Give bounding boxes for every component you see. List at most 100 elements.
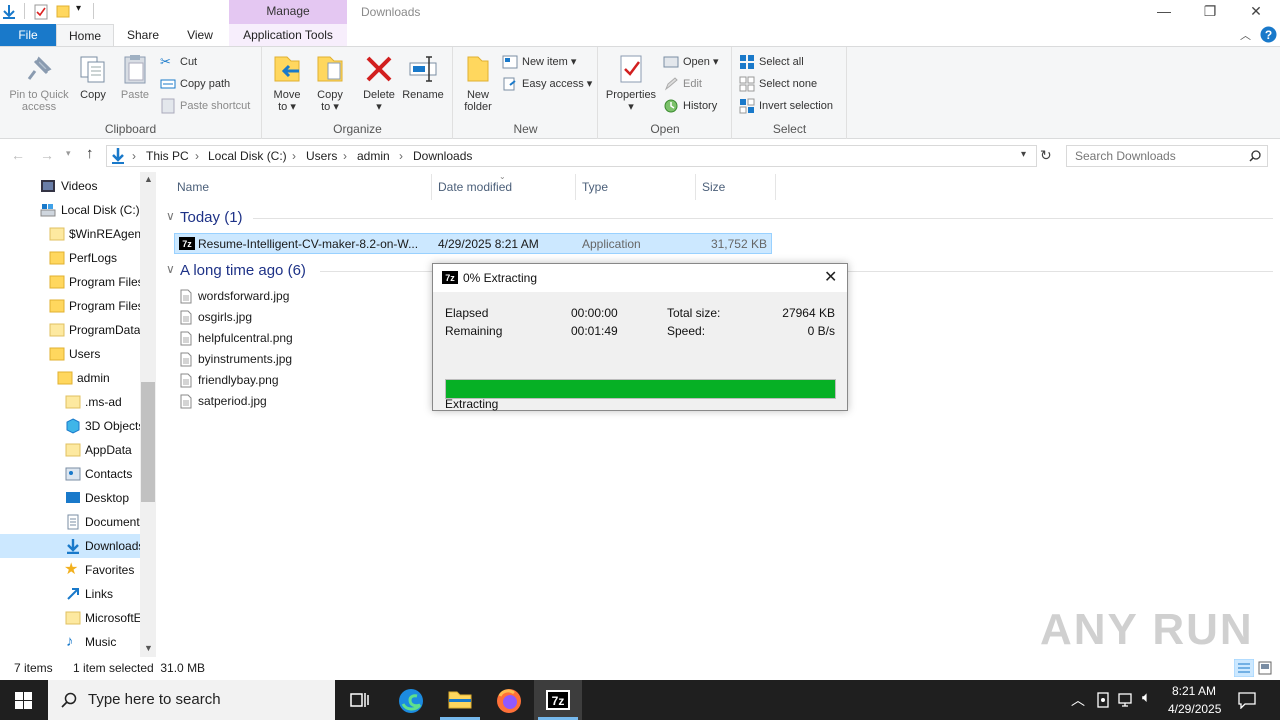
address-bar[interactable]: › This PC › Local Disk (C:) › Users › ad… [106, 145, 1037, 167]
tab-application-tools[interactable]: Application Tools [229, 24, 347, 46]
notifications-icon[interactable] [1238, 691, 1256, 709]
group-collapse-icon[interactable]: ∨ [166, 209, 175, 223]
edit-button[interactable]: Edit [663, 74, 702, 94]
folder-icon [49, 299, 65, 313]
group-header-today[interactable]: Today (1) [180, 209, 243, 226]
copy-button[interactable]: Copy [76, 53, 110, 101]
tab-file[interactable]: File [0, 24, 56, 46]
nav-item-contacts[interactable]: Contacts [0, 462, 140, 486]
breadcrumb-admin[interactable]: admin [357, 149, 390, 163]
breadcrumb-local-disk[interactable]: Local Disk (C:) [208, 149, 287, 163]
delete-button[interactable]: Delete ▾ [359, 53, 399, 113]
clock-time[interactable]: 8:21 AM [1172, 684, 1216, 698]
device-icon[interactable] [1096, 692, 1110, 708]
nav-item-users[interactable]: Users [0, 342, 140, 366]
windows-start-icon[interactable] [15, 692, 32, 709]
7zip-taskbar[interactable]: 7z [534, 680, 582, 720]
new-item-button[interactable]: New item ▾ [502, 52, 576, 72]
nav-item-winreagent[interactable]: $WinREAgent [0, 222, 140, 246]
select-all-button[interactable]: Select all [739, 52, 804, 72]
move-to-button[interactable]: Move to ▾ [267, 53, 307, 113]
scroll-thumb[interactable] [141, 382, 155, 502]
collapse-ribbon-icon[interactable]: ︿ [1240, 27, 1251, 43]
group-header-long-ago[interactable]: A long time ago (6) [180, 262, 306, 279]
copy-to-button[interactable]: Copy to ▾ [310, 53, 350, 113]
breadcrumb-users[interactable]: Users [306, 149, 337, 163]
up-arrow-icon[interactable]: ↑ [86, 145, 94, 162]
pin-to-quick-access-button[interactable]: Pin to Quick access [4, 53, 74, 113]
nav-item-admin[interactable]: admin [0, 366, 140, 390]
nav-item-links[interactable]: Links [0, 582, 140, 606]
nav-item-program-files[interactable]: Program Files [0, 270, 140, 294]
file-explorer-taskbar[interactable] [436, 680, 484, 720]
refresh-icon[interactable]: ↻ [1040, 147, 1052, 164]
nav-item-documents[interactable]: Documents [0, 510, 140, 534]
search-input[interactable]: Search Downloads [1066, 145, 1268, 167]
paste-button[interactable]: Paste [117, 53, 153, 101]
nav-item-3d-objects[interactable]: 3D Objects [0, 414, 140, 438]
firefox-icon[interactable] [496, 688, 522, 714]
history-button[interactable]: History [663, 96, 717, 116]
invert-selection-button[interactable]: Invert selection [739, 96, 833, 116]
edge-browser-icon[interactable] [398, 688, 424, 714]
recent-locations-icon[interactable]: ▾ [66, 148, 71, 159]
scroll-down-icon[interactable]: ▼ [144, 643, 153, 653]
tab-view[interactable]: View [172, 24, 228, 46]
file-size: 31,752 KB [710, 237, 767, 251]
breadcrumb-downloads[interactable]: Downloads [413, 149, 472, 163]
nav-item-appdata[interactable]: AppData [0, 438, 140, 462]
close-button[interactable]: ✕ [1233, 0, 1279, 24]
taskbar-search-placeholder: Type here to search [88, 691, 221, 708]
nav-item-microsoftedge[interactable]: MicrosoftEdge [0, 606, 140, 630]
large-icons-view-icon[interactable] [1258, 661, 1272, 675]
volume-icon[interactable]: 🔈︎ [1142, 689, 1151, 706]
nav-item-program-files-x86[interactable]: Program Files [0, 294, 140, 318]
forward-arrow-icon[interactable]: → [40, 147, 54, 163]
paste-shortcut-button[interactable]: Paste shortcut [160, 96, 250, 116]
column-size[interactable]: Size [702, 180, 725, 202]
column-type[interactable]: Type [582, 180, 608, 202]
cut-button[interactable]: ✂ Cut [160, 52, 197, 72]
clock-date[interactable]: 4/29/2025 [1168, 702, 1221, 716]
column-name[interactable]: Name [177, 180, 209, 202]
rename-button[interactable]: Rename [401, 53, 445, 101]
nav-item-perflogs[interactable]: PerfLogs [0, 246, 140, 270]
nav-item-music[interactable]: ♪ Music [0, 630, 140, 654]
nav-item-local-disk[interactable]: Local Disk (C:) [0, 198, 140, 222]
breadcrumb-this-pc[interactable]: This PC [146, 149, 189, 163]
show-hidden-icons[interactable]: ︿ [1071, 690, 1085, 710]
back-arrow-icon[interactable]: ← [11, 147, 25, 163]
maximize-button[interactable]: ❐ [1187, 0, 1233, 24]
open-button[interactable]: Open ▾ [663, 52, 719, 72]
network-icon[interactable] [1118, 692, 1136, 708]
nav-item-videos[interactable]: Videos [0, 174, 140, 198]
nav-item-desktop[interactable]: Desktop [0, 486, 140, 510]
group-collapse-icon[interactable]: ∨ [166, 262, 175, 276]
help-icon[interactable]: ? [1260, 26, 1277, 43]
properties-button[interactable]: Properties ▾ [603, 53, 659, 113]
scroll-up-icon[interactable]: ▲ [144, 174, 153, 184]
properties-qat-icon[interactable] [34, 4, 48, 20]
easy-access-button[interactable]: Easy access ▾ [502, 74, 592, 94]
nav-item-downloads[interactable]: Downloads [0, 534, 140, 558]
column-date-modified[interactable]: Date modified [438, 180, 512, 202]
task-view-icon[interactable] [350, 691, 370, 709]
tab-home[interactable]: Home [56, 24, 114, 46]
minimize-button[interactable]: — [1141, 0, 1187, 24]
new-folder-qat-icon[interactable] [56, 4, 70, 18]
nav-scrollbar[interactable]: ▲ ▼ [140, 172, 156, 657]
taskbar-search-box[interactable]: Type here to search [48, 680, 335, 720]
details-view-icon[interactable] [1234, 659, 1254, 677]
copy-path-button[interactable]: Copy path [160, 74, 230, 94]
folder-icon [49, 347, 65, 361]
file-row-selected[interactable]: 7z Resume-Intelligent-CV-maker-8.2-on-W.… [174, 233, 772, 254]
new-folder-button[interactable]: New folder [460, 53, 496, 113]
nav-item-ms-ad[interactable]: .ms-ad [0, 390, 140, 414]
nav-item-programdata[interactable]: ProgramData [0, 318, 140, 342]
qat-dropdown-icon[interactable]: ▾ [76, 3, 81, 14]
tab-share[interactable]: Share [114, 24, 172, 46]
address-dropdown-icon[interactable]: ▾ [1021, 149, 1026, 160]
select-none-button[interactable]: Select none [739, 74, 817, 94]
nav-item-favorites[interactable]: ★ Favorites [0, 558, 140, 582]
dialog-close-icon[interactable]: ✕ [824, 267, 837, 287]
